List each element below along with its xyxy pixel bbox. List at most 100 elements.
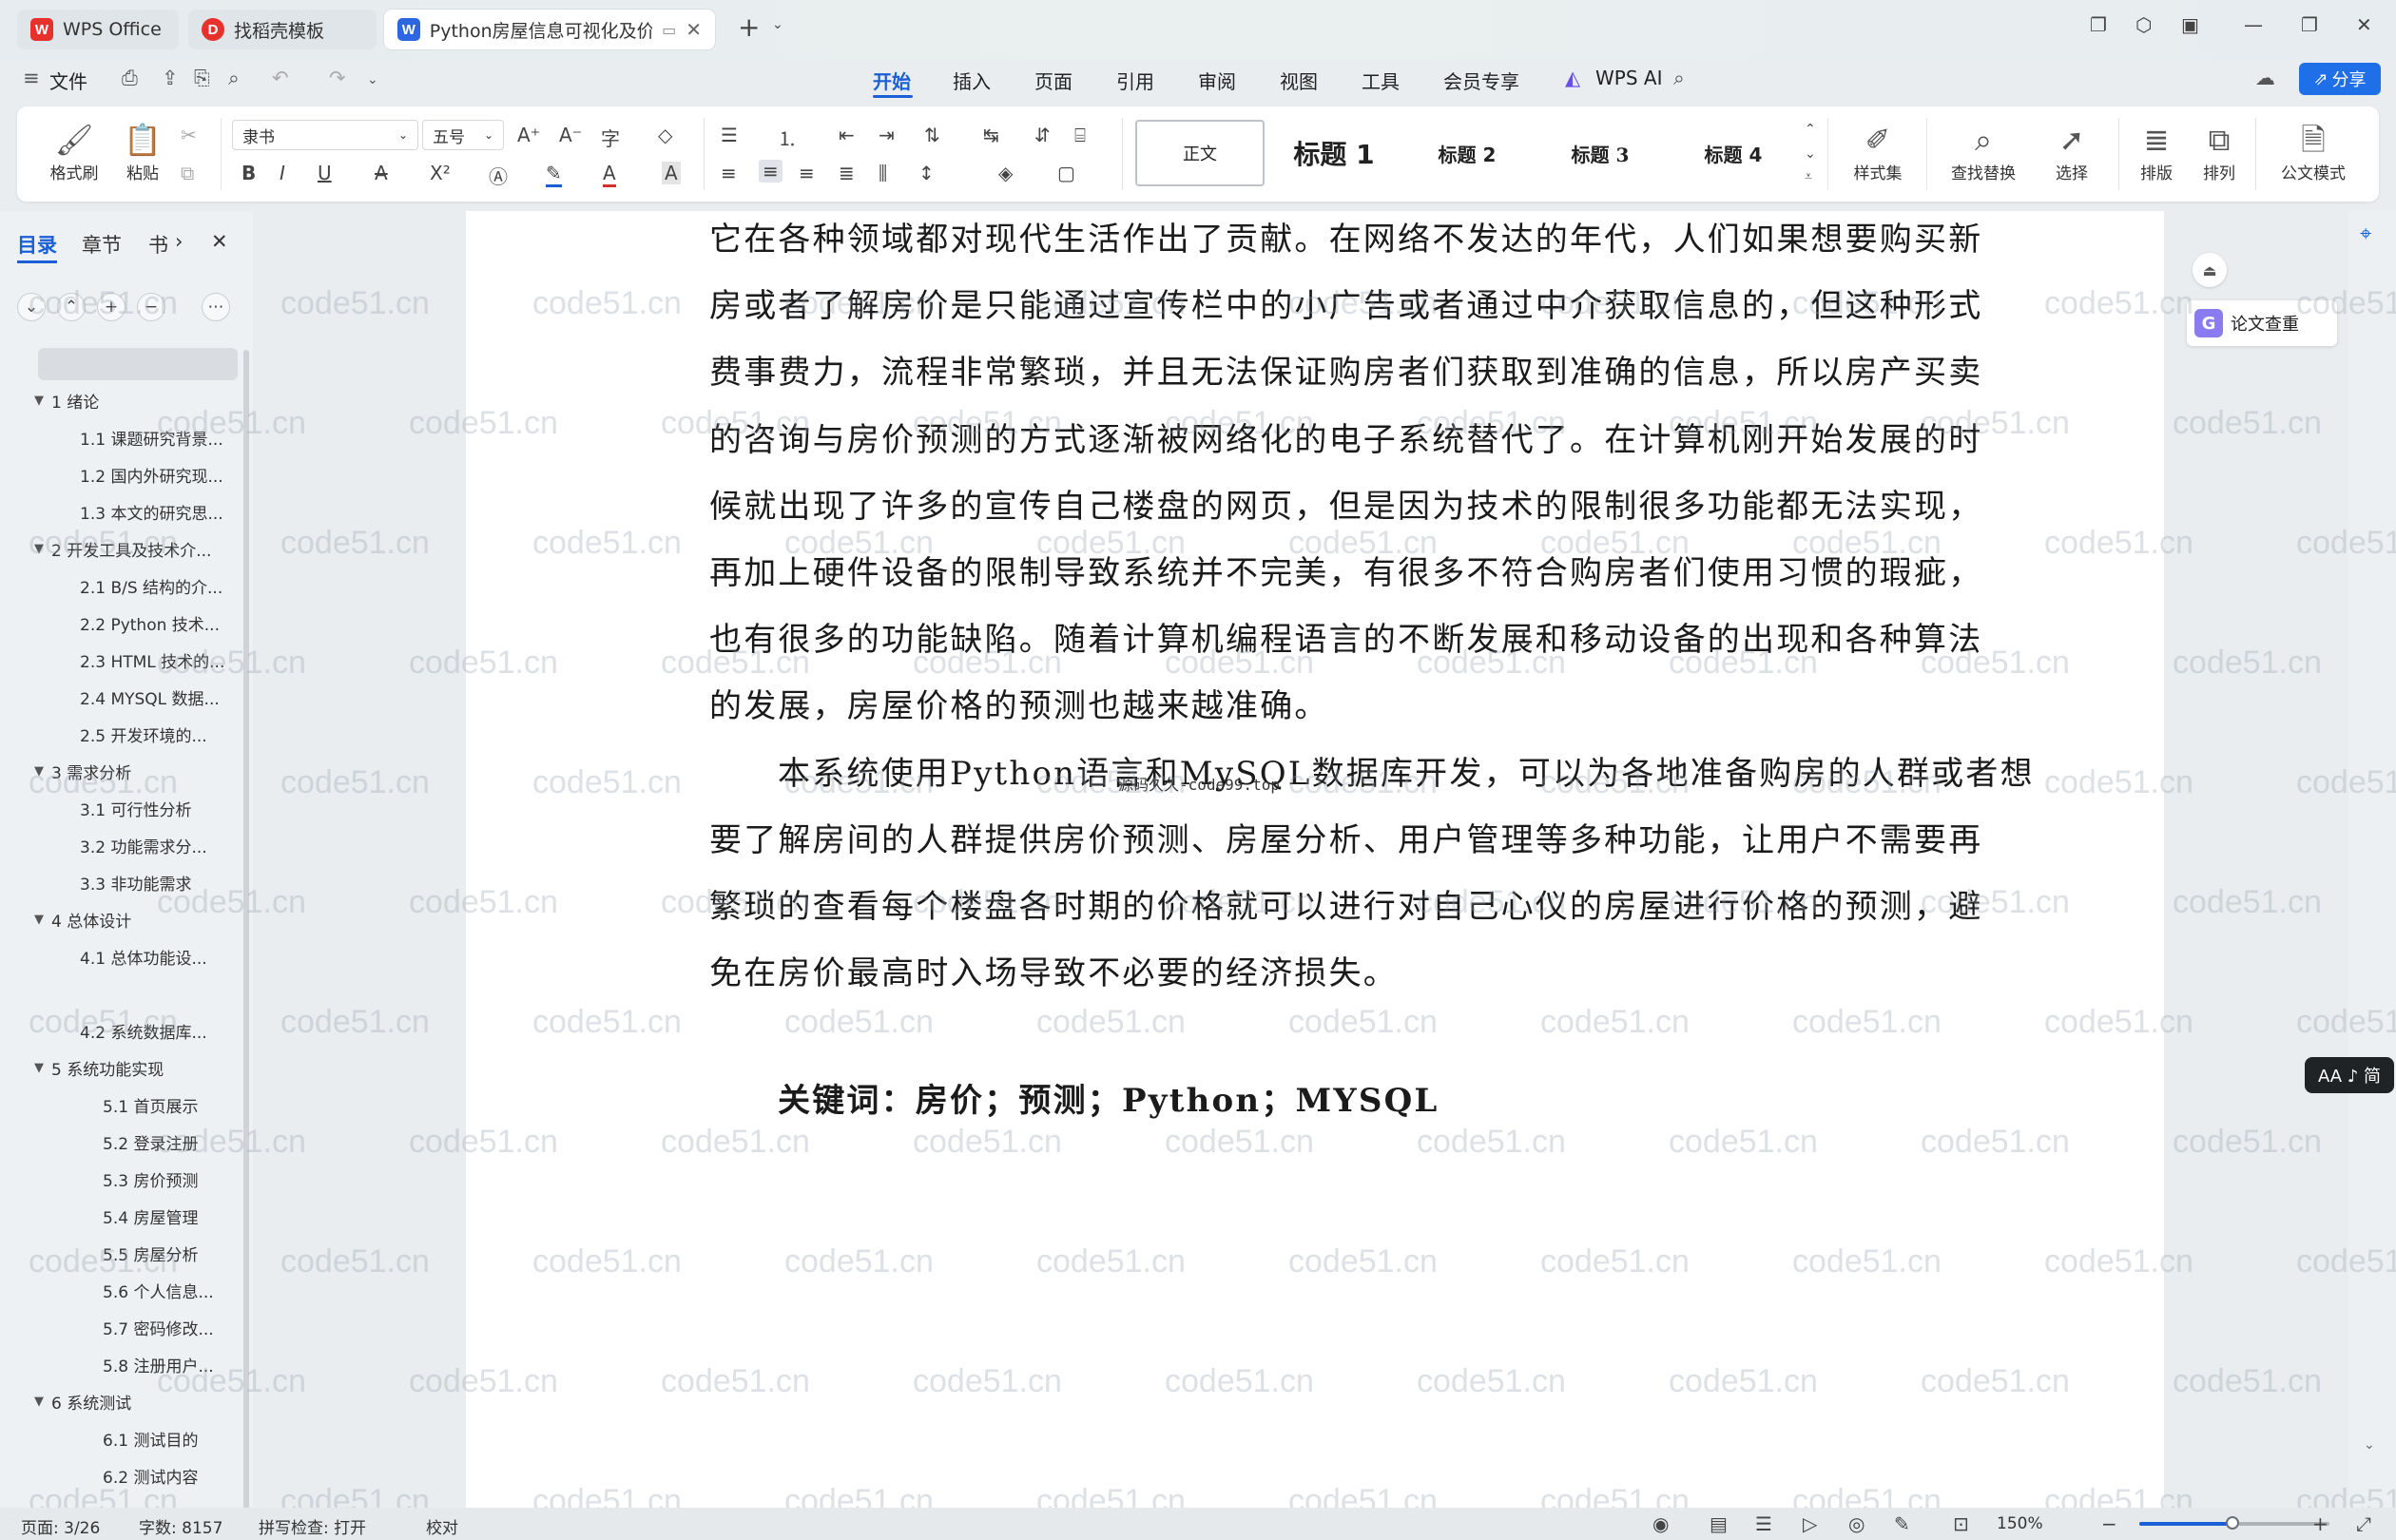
font-name-select[interactable]: 隶书 ⌄	[232, 120, 418, 150]
toc-section[interactable]: 1.2 国内外研究现...	[80, 458, 223, 491]
toc-section[interactable]: 1.1 课题研究背景...	[80, 421, 223, 453]
toc-chapter[interactable]: ▼ 1 绪论	[34, 384, 99, 416]
format-painter-button[interactable]: 🖌 格式刷	[46, 120, 103, 183]
keywords-line[interactable]: 关键词：房价；预测；Python；MYSQL	[778, 1074, 1440, 1121]
scroll-down-icon[interactable]: ⌄	[2364, 1437, 2375, 1453]
expand-caret-icon[interactable]: ▼	[34, 394, 44, 408]
arrange-button[interactable]: ⧉ 排列	[2189, 120, 2250, 183]
chevron-down-icon[interactable]: ⌄	[367, 72, 378, 87]
highlight-icon[interactable]: ✎	[546, 162, 562, 187]
menu-references[interactable]: 引用	[1116, 67, 1154, 94]
tab-bookmarks[interactable]: 书	[148, 230, 168, 259]
zoom-in-icon[interactable]: +	[2312, 1512, 2328, 1535]
eye-icon[interactable]: ◉	[1652, 1512, 1669, 1535]
paragraph-line[interactable]: 候就出现了许多的宣传自己楼盘的网页，但是因为技术的限制很多功能都无法实现，	[709, 480, 1982, 527]
toc-section[interactable]: 5.3 房价预测	[103, 1163, 198, 1195]
toc-section[interactable]: 2.5 开发环境的...	[80, 718, 207, 750]
minimize-icon[interactable]: —	[2244, 13, 2263, 36]
font-size-select[interactable]: 五号 ⌄	[422, 120, 504, 150]
tab-template[interactable]: D 找稻壳模板	[188, 10, 377, 49]
pen-icon[interactable]: ✎	[1894, 1512, 1910, 1535]
avatar[interactable]: ▣	[2181, 13, 2199, 36]
outdent-icon[interactable]: ⇤	[839, 124, 855, 146]
close-icon[interactable]: ✕	[211, 230, 228, 253]
text-direction-icon[interactable]: ⇅	[924, 124, 940, 146]
toc-section[interactable]: 5.4 房屋管理	[103, 1200, 198, 1232]
toc-scrollbar[interactable]	[243, 350, 249, 1540]
toc-section[interactable]: 2.3 HTML 技术的...	[80, 644, 224, 676]
paper-check-button[interactable]: G 论文查重	[2187, 300, 2337, 346]
toc-chapter[interactable]: ▼ 4 总体设计	[34, 903, 131, 935]
new-tab-icon[interactable]: +	[738, 11, 760, 43]
location-pin-icon[interactable]: ⌖	[2360, 222, 2371, 246]
align-right-icon[interactable]: ≡	[799, 162, 815, 184]
play-icon[interactable]: ▷	[1803, 1512, 1817, 1535]
redo-icon[interactable]: ↷	[329, 67, 346, 89]
sort-icon[interactable]: ⇵	[1034, 124, 1051, 146]
toc-section[interactable]: 5.8 注册用户...	[103, 1348, 214, 1380]
toc-section[interactable]: 5.5 房屋分析	[103, 1237, 198, 1269]
search-icon[interactable]: ⌕	[1673, 67, 1685, 90]
toc-section[interactable]: 5.6 个人信息...	[103, 1274, 214, 1306]
outline-view-icon[interactable]: ☰	[1755, 1512, 1772, 1535]
page-indicator[interactable]: 页面: 3/26	[21, 1514, 100, 1538]
zoom-select[interactable]: 150%	[1997, 1514, 2043, 1533]
style-heading-2[interactable]: 标题 2	[1405, 120, 1529, 186]
more-styles-icon[interactable]: ⩡	[1805, 169, 1812, 184]
line-break-icon[interactable]: ↹	[983, 124, 999, 146]
line-spacing-icon[interactable]: ↕	[918, 162, 935, 184]
chevron-up-icon[interactable]: ⌃	[1805, 122, 1816, 137]
toc-section[interactable]: 3.3 非功能需求	[80, 866, 191, 898]
menu-member[interactable]: 会员专享	[1443, 67, 1519, 94]
paragraph-line[interactable]: 再加上硬件设备的限制导致系统并不完美，有很多不符合购房者们使用习惯的瑕疵，	[709, 547, 1982, 593]
official-mode-button[interactable]: 🗎 公文模式	[2272, 120, 2354, 183]
paragraph-line[interactable]: 繁琐的查看每个楼盘各时期的价格就可以进行对自己心仪的房屋进行价格的预测，避	[709, 880, 1982, 927]
export-icon[interactable]: ⇪	[162, 67, 179, 89]
paste-button[interactable]: 📋 粘贴	[112, 120, 173, 183]
underline-icon[interactable]: U	[318, 162, 332, 184]
font-color-icon[interactable]: A	[603, 162, 616, 187]
font-grow-icon[interactable]: A⁺	[517, 124, 540, 146]
window-layout-icon[interactable]: ❐	[2090, 13, 2107, 36]
restore-icon[interactable]: ❐	[2301, 13, 2318, 36]
italic-icon[interactable]: I	[280, 162, 285, 184]
shading-icon[interactable]: ◈	[998, 162, 1013, 184]
justify-icon[interactable]: ≣	[839, 162, 855, 184]
cloud-upload-icon[interactable]: ☁	[2255, 67, 2275, 89]
zoom-out-icon[interactable]: −	[2101, 1512, 2117, 1535]
toc-section[interactable]: 6.1 测试目的	[103, 1422, 198, 1454]
align-center-icon[interactable]: ≡	[759, 160, 783, 183]
distributed-icon[interactable]: ⫼	[879, 162, 887, 184]
font-shrink-icon[interactable]: A⁻	[559, 124, 582, 146]
indent-icon[interactable]: ⇥	[879, 124, 895, 146]
toc-section[interactable]: 6.2 测试内容	[103, 1459, 198, 1492]
toc-search-input[interactable]	[38, 348, 238, 380]
menu-wps-ai[interactable]: WPS AI	[1595, 67, 1662, 89]
toc-section[interactable]: 2.2 Python 技术...	[80, 606, 220, 639]
collapse-icon[interactable]: ⌃	[57, 293, 86, 321]
toc-section[interactable]: 3.2 功能需求分...	[80, 829, 207, 861]
bullets-icon[interactable]: ☰	[721, 124, 738, 146]
web-view-icon[interactable]: ◎	[1848, 1512, 1865, 1535]
text-effect-icon[interactable]: Ⓐ	[489, 162, 508, 189]
chevron-down-icon[interactable]: ⌄	[772, 17, 783, 32]
collapse-panel-icon[interactable]: ⏏	[2193, 253, 2227, 287]
expand-caret-icon[interactable]: ▼	[34, 542, 44, 556]
numbering-icon[interactable]: ⒈	[778, 124, 797, 151]
copy-icon[interactable]: ⧉	[181, 162, 194, 184]
paragraph-line[interactable]: 要了解房间的人群提供房价预测、房屋分析、用户管理等多种功能，让用户不需要再	[709, 814, 1982, 860]
wps-ai-icon[interactable]: ◭	[1565, 67, 1580, 89]
share-button[interactable]: ⇗ 分享	[2299, 63, 2381, 95]
bold-icon[interactable]: B	[242, 162, 256, 184]
menu-home[interactable]: 开始	[873, 67, 911, 94]
tab-document[interactable]: W Python房屋信息可视化及价 ▭ ✕	[384, 10, 715, 49]
expand-caret-icon[interactable]: ▼	[34, 764, 44, 779]
toc-section[interactable]: 2.1 B/S 结构的介...	[80, 569, 222, 602]
window-close-icon[interactable]: ✕	[2356, 13, 2372, 36]
align-left-icon[interactable]: ≡	[721, 162, 737, 184]
paragraph-line[interactable]: 的发展，房屋价格的预测也越来越准确。	[709, 680, 1329, 726]
menu-review[interactable]: 审阅	[1198, 67, 1236, 94]
chevron-down-icon[interactable]: ⌄	[1805, 146, 1816, 162]
word-count[interactable]: 字数: 8157	[139, 1514, 222, 1538]
document-page[interactable]: 它在各种领域都对现代生活作出了贡献。在网络不发达的年代，人们如果想要购买新 房或者…	[466, 211, 2164, 1517]
